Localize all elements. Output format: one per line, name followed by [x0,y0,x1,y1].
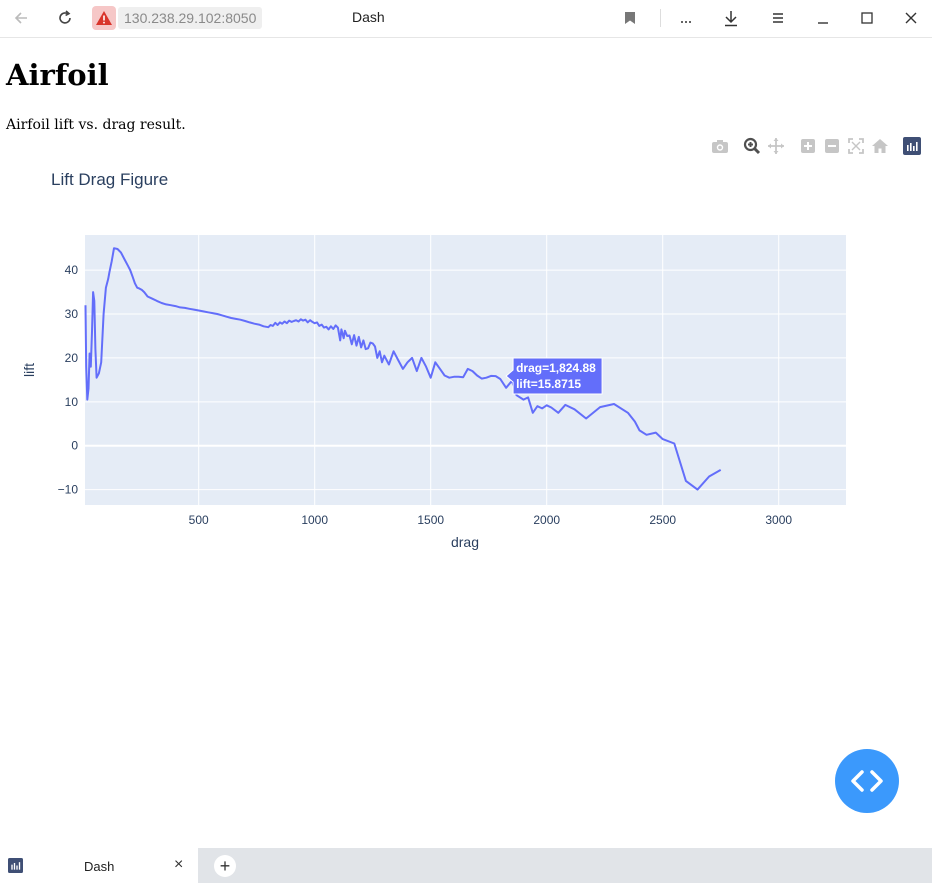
x-tick-label: 1500 [417,513,444,527]
x-tick-label: 3000 [765,513,792,527]
download-icon[interactable] [720,0,742,36]
reset-icon[interactable] [871,137,889,157]
window-title: Dash [352,9,385,25]
plotly-logo-icon[interactable] [903,137,921,157]
x-tick-label: 1000 [301,513,328,527]
minimize-icon[interactable] [812,0,834,36]
zoom-in-icon[interactable] [799,137,817,157]
code-icon [851,770,883,792]
more-icon[interactable] [676,0,696,36]
tab-close-icon[interactable]: × [174,856,183,874]
back-icon[interactable] [8,0,34,36]
x-tick-label: 500 [189,513,209,527]
bookmark-icon[interactable] [620,0,640,36]
browser-toolbar: 130.238.29.102:8050 Dash [0,0,932,38]
warning-icon[interactable] [92,5,116,30]
zoom-out-icon[interactable] [823,137,841,157]
dev-tools-button[interactable] [835,749,899,813]
autoscale-icon[interactable] [847,137,865,157]
page-title: Airfoil [6,58,109,92]
hover-drag-value: drag=1,824.88 [516,361,596,375]
new-tab-button[interactable]: + [214,855,236,877]
url-text[interactable]: 130.238.29.102:8050 [118,6,263,29]
lift-drag-chart[interactable]: Lift Drag Figure 500 1000 1500 2000 2500 3000… [0,160,932,560]
x-tick-label: 2500 [649,513,676,527]
x-tick-label: 2000 [533,513,560,527]
tab-bar: Dash × + [0,848,932,883]
menu-icon[interactable] [768,0,788,36]
plot-area[interactable]: 500 1000 1500 2000 2500 3000 −10 0 10 20 30 40 drag=… [58,235,846,527]
page-description: Airfoil lift vs. drag result. [6,117,186,133]
maximize-icon[interactable] [856,0,878,36]
close-icon[interactable] [900,0,922,36]
reload-icon[interactable] [52,0,78,36]
camera-icon[interactable] [711,137,729,157]
y-tick-label: 20 [65,351,79,365]
y-axis-label: lift [21,363,37,377]
pan-icon[interactable] [767,137,785,157]
tab-favicon-icon [8,858,23,873]
y-tick-label: −10 [58,483,79,497]
y-tick-label: 10 [65,395,79,409]
address-bar[interactable]: 130.238.29.102:8050 [92,5,263,30]
tab-dash[interactable]: Dash × [0,848,198,883]
x-axis-label: drag [451,534,479,550]
y-tick-label: 0 [71,439,78,453]
hover-lift-value: lift=15.8715 [516,377,581,391]
y-tick-label: 30 [65,307,79,321]
tab-label: Dash [84,859,115,874]
chart-title: Lift Drag Figure [51,170,168,189]
y-tick-label: 40 [65,263,79,277]
zoom-icon[interactable] [743,137,761,157]
